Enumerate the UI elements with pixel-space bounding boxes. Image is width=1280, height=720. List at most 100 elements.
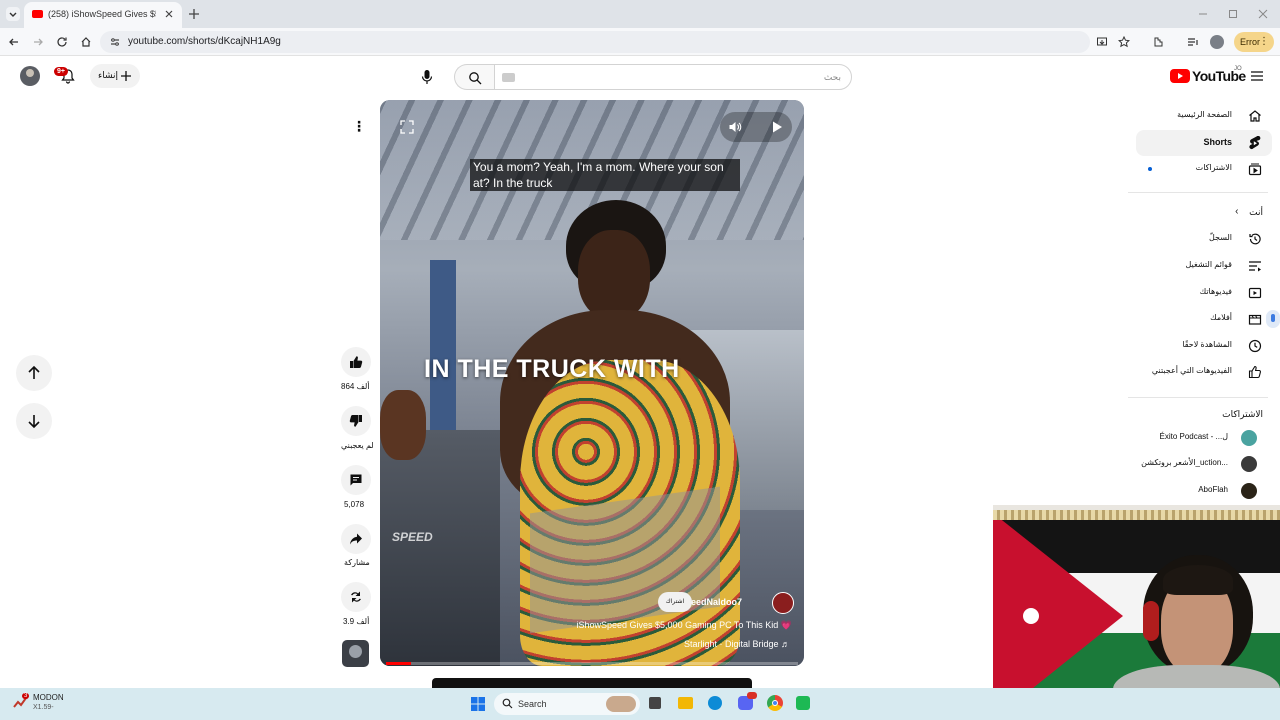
movies-icon [1248, 314, 1262, 325]
video-progress-bar[interactable] [386, 662, 798, 665]
browser-tab-strip: (258) iShowSpeed Gives $5,000 [0, 0, 1280, 28]
sidebar-you-heading[interactable]: أنت ‹ [1235, 206, 1263, 218]
kebab-menu-icon: ⋮ [352, 118, 366, 134]
windows-start-icon[interactable] [470, 696, 486, 712]
previous-short-button[interactable] [16, 355, 52, 391]
home-icon[interactable] [80, 36, 92, 48]
comments-button[interactable] [341, 465, 371, 495]
discord-icon[interactable] [738, 692, 757, 710]
forward-icon[interactable] [32, 36, 44, 48]
site-info-icon[interactable] [110, 37, 120, 47]
sidebar-item-label: قوائم التشغيل [1185, 260, 1233, 269]
browser-tab-active[interactable]: (258) iShowSpeed Gives $5,000 [24, 2, 182, 28]
tab-search-button[interactable] [6, 7, 20, 21]
reload-icon[interactable] [56, 36, 68, 48]
share-button[interactable] [341, 524, 371, 554]
video-caption: You a mom? Yeah, I'm a mom. Where your s… [470, 159, 740, 191]
bookmark-star-icon[interactable] [1118, 36, 1130, 48]
youtube-logo-icon[interactable] [1170, 69, 1190, 83]
subscription-channel[interactable]: الأشعر بروتكشن_uction... [1136, 451, 1272, 477]
new-tab-icon[interactable] [188, 8, 200, 20]
file-explorer-icon[interactable] [678, 697, 693, 709]
sidebar-item-subscriptions[interactable]: الاشتراكات [1136, 156, 1272, 182]
maximize-icon[interactable] [1228, 9, 1238, 19]
sidebar-divider [1128, 192, 1268, 193]
close-icon[interactable] [164, 9, 174, 19]
shorts-icon [1249, 136, 1261, 150]
keyboard-icon[interactable] [502, 73, 515, 82]
person-face [578, 230, 650, 320]
channel-avatar[interactable] [772, 592, 794, 614]
fullscreen-icon[interactable] [400, 120, 414, 134]
remix-button[interactable] [341, 582, 371, 612]
sidebar-item-playlists[interactable]: قوائم التشغيل [1136, 253, 1272, 279]
sidebar-item-label: الاشتراكات [1195, 163, 1232, 172]
avatar-head [26, 69, 34, 77]
new-content-dot [1148, 167, 1152, 171]
sidebar-item-history[interactable]: السجلّ [1136, 226, 1272, 252]
watch-later-icon [1248, 339, 1262, 353]
like-button[interactable] [341, 347, 371, 377]
widget-badge: 3 [22, 693, 30, 699]
extensions-icon[interactable] [1152, 36, 1164, 48]
install-app-icon[interactable] [1096, 36, 1108, 48]
sound-thumbnail[interactable] [342, 640, 369, 667]
sidebar-item-shorts[interactable]: Shorts [1136, 130, 1272, 156]
sidebar-item-movies[interactable]: أفلامك [1136, 306, 1280, 332]
tab-title: (258) iShowSpeed Gives $5,000 [48, 9, 156, 19]
video-watermark: SPEED [392, 530, 433, 544]
search-button[interactable] [454, 64, 495, 90]
chrome-icon[interactable] [767, 695, 783, 711]
task-view-icon[interactable] [649, 697, 661, 709]
minimize-icon[interactable] [1198, 9, 1208, 19]
sidebar-item-home[interactable]: الصفحة الرئيسية [1136, 103, 1272, 129]
account-avatar[interactable] [20, 66, 40, 86]
video-music[interactable]: Starlight · Digital Bridge ♬ [684, 639, 790, 649]
edge-icon[interactable] [708, 696, 722, 710]
sidebar-item-label: أفلامك [1210, 313, 1232, 322]
create-button[interactable]: إنشاء [90, 64, 140, 88]
plus-icon [121, 71, 131, 81]
subscribe-button[interactable]: اشتراك [658, 592, 692, 612]
app-icon[interactable] [796, 696, 810, 710]
error-button[interactable]: Error ⋮ [1234, 32, 1274, 52]
dislike-button[interactable] [341, 406, 371, 436]
subscription-channel[interactable]: AboFlah [1136, 478, 1272, 504]
subscription-channel[interactable]: Éxito Podcast - ...ل [1136, 425, 1272, 451]
arrow-up-icon [28, 365, 40, 379]
subscription-channel-name: AboFlah [1198, 485, 1228, 494]
sidebar-divider [1128, 397, 1268, 398]
profile-avatar[interactable] [1210, 35, 1224, 49]
search-input[interactable]: بحث [494, 64, 852, 90]
hamburger-menu-icon[interactable] [1250, 70, 1264, 82]
search-highlight-image [606, 696, 636, 712]
remix-count: 3.9 ألف [343, 617, 370, 626]
subscription-channel-name: الأشعر بروتكشن_uction... [1141, 458, 1228, 467]
media-controls-icon[interactable] [1187, 36, 1199, 48]
flag-fringe [993, 510, 1280, 520]
next-short-button[interactable] [16, 403, 52, 439]
share-icon [350, 533, 362, 545]
sidebar-item-your-videos[interactable]: فيديوهاتك [1136, 280, 1272, 306]
omnibox[interactable]: youtube.com/shorts/dKcajNH1A9g [100, 31, 1130, 53]
subscriptions-icon [1248, 163, 1262, 176]
microphone-icon[interactable] [420, 69, 434, 85]
widget-value: X1.59- [33, 704, 54, 711]
widget-title[interactable]: MODON [33, 693, 64, 702]
play-icon[interactable] [770, 120, 784, 134]
chevron-down-icon [9, 12, 17, 17]
taskbar-search[interactable]: Search [494, 693, 640, 715]
chevron-left-icon: ‹ [1235, 206, 1239, 217]
video-title[interactable]: iShowSpeed Gives $5,000 Gaming PC To Thi… [577, 620, 793, 631]
window-close-icon[interactable] [1258, 9, 1268, 19]
more-options-button[interactable]: ⋮ [341, 113, 369, 141]
thumbs-up-icon [1248, 365, 1261, 379]
voice-search-float-icon[interactable] [1266, 310, 1280, 328]
store-shelf [380, 430, 500, 666]
you-heading-label: أنت [1249, 207, 1263, 217]
sidebar-item-watch-later[interactable]: المشاهدة لاحقًا [1136, 333, 1272, 359]
volume-icon[interactable] [728, 120, 742, 134]
back-icon[interactable] [8, 36, 20, 48]
play-triangle-icon [1178, 73, 1183, 79]
sidebar-item-liked-videos[interactable]: الفيديوهات التي أعجبتني [1136, 359, 1272, 385]
